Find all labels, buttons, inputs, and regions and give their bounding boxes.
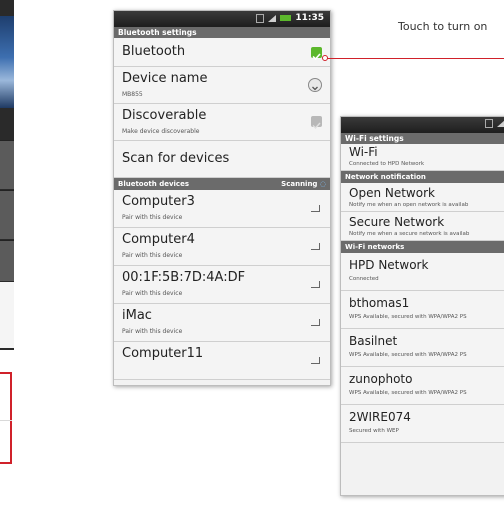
network-name: HPD Network bbox=[349, 258, 429, 272]
bluetooth-label: Bluetooth bbox=[122, 44, 186, 59]
status-time: 11:35 bbox=[295, 13, 324, 23]
checkbox-checked-icon[interactable] bbox=[311, 47, 322, 61]
open-network-row[interactable]: Open Network Notify me when an open netw… bbox=[341, 183, 504, 212]
device-type-icon bbox=[311, 319, 320, 326]
scan-label: Scan for devices bbox=[122, 151, 230, 166]
bluetooth-toggle-row[interactable]: Bluetooth bbox=[114, 38, 330, 67]
device-type-icon bbox=[311, 357, 320, 364]
bluetooth-devices-header: Bluetooth devices Scanning ◌ bbox=[114, 178, 330, 190]
battery-icon bbox=[280, 15, 292, 21]
wifi-network-row[interactable]: Basilnet WPS Available, secured with WPA/… bbox=[341, 329, 504, 367]
callout-label: Touch to turn on bbox=[398, 20, 488, 33]
network-sub: WPS Available, secured with WPA/WPA2 PS bbox=[349, 314, 467, 320]
network-name: Basilnet bbox=[349, 334, 398, 348]
secure-network-row[interactable]: Secure Network Notify me when a secure n… bbox=[341, 212, 504, 241]
left-phone-screenshot bbox=[0, 0, 14, 350]
device-name-value: MB855 bbox=[122, 91, 143, 98]
wifi-toggle-row[interactable]: Wi-Fi Connected to HPD Network bbox=[341, 144, 504, 171]
bluetooth-device-row[interactable]: Computer11 bbox=[114, 342, 330, 380]
network-sub: WPS Available, secured with WPA/WPA2 PS bbox=[349, 390, 467, 396]
scan-for-devices-row[interactable]: Scan for devices bbox=[114, 141, 330, 178]
network-name: bthomas1 bbox=[349, 296, 410, 310]
device-name: Computer3 bbox=[122, 194, 195, 209]
open-network-label: Open Network bbox=[349, 186, 435, 200]
left-row bbox=[0, 240, 14, 281]
network-sub: Secured with WEP bbox=[349, 428, 399, 434]
wifi-network-row[interactable]: bthomas1 WPS Available, secured with WPA/… bbox=[341, 291, 504, 329]
left-bottom-panel bbox=[0, 282, 14, 348]
device-name-label: Device name bbox=[122, 71, 208, 86]
sim-icon bbox=[485, 119, 493, 128]
discoverable-sub: Make device discoverable bbox=[122, 128, 200, 135]
section-title: Wi-Fi networks bbox=[345, 243, 405, 251]
wifi-label: Wi-Fi bbox=[349, 145, 378, 159]
device-name: Computer4 bbox=[122, 232, 195, 247]
device-name-arrow-icon bbox=[308, 78, 322, 92]
device-sub: Pair with this device bbox=[122, 252, 183, 259]
bluetooth-device-row[interactable]: Computer4 Pair with this device bbox=[114, 228, 330, 266]
device-type-icon bbox=[311, 205, 320, 212]
highlight-box bbox=[0, 372, 12, 464]
left-row bbox=[0, 190, 14, 239]
device-name: 00:1F:5B:7D:4A:DF bbox=[122, 270, 246, 285]
status-bar: 11:35 bbox=[114, 11, 330, 27]
network-sub: Connected bbox=[349, 276, 379, 282]
network-sub: WPS Available, secured with WPA/WPA2 PS bbox=[349, 352, 467, 358]
network-notification-header: Network notification bbox=[341, 171, 504, 183]
section-title: Bluetooth devices bbox=[118, 180, 189, 188]
device-name-row[interactable]: Device name MB855 bbox=[114, 67, 330, 104]
open-network-sub: Notify me when an open network is availa… bbox=[349, 202, 469, 208]
network-name: zunophoto bbox=[349, 372, 413, 386]
discoverable-row[interactable]: Discoverable Make device discoverable bbox=[114, 104, 330, 141]
wifi-settings-screen: Wi-Fi settings Wi-Fi Connected to HPD Ne… bbox=[340, 116, 504, 496]
wifi-sub: Connected to HPD Network bbox=[349, 161, 425, 167]
bluetooth-device-row[interactable]: 00:1F:5B:7D:4A:DF Pair with this device bbox=[114, 266, 330, 304]
device-sub: Pair with this device bbox=[122, 328, 183, 335]
wallpaper-strip bbox=[0, 16, 14, 108]
screen-title: Wi-Fi settings bbox=[341, 133, 504, 144]
bluetooth-settings-screen: 11:35 Bluetooth settings Bluetooth Devic… bbox=[113, 10, 331, 386]
network-name: 2WIRE074 bbox=[349, 410, 411, 424]
wifi-signal-icon bbox=[268, 14, 277, 22]
callout-line bbox=[325, 58, 504, 59]
wifi-networks-header: Wi-Fi networks bbox=[341, 241, 504, 253]
wifi-network-row[interactable]: HPD Network Connected bbox=[341, 253, 504, 291]
divider bbox=[0, 420, 12, 421]
bluetooth-device-row[interactable]: iMac Pair with this device bbox=[114, 304, 330, 342]
bluetooth-device-row[interactable]: Computer3 Pair with this device bbox=[114, 190, 330, 228]
bluetooth-devices-list: Computer3 Pair with this device Computer4 P… bbox=[114, 190, 330, 380]
device-name: Computer11 bbox=[122, 346, 204, 361]
device-sub: Pair with this device bbox=[122, 214, 183, 221]
secure-network-label: Secure Network bbox=[349, 215, 445, 229]
left-row bbox=[0, 140, 14, 189]
wifi-network-row[interactable]: zunophoto WPS Available, secured with WPA… bbox=[341, 367, 504, 405]
checkbox-disabled-icon[interactable] bbox=[311, 116, 322, 130]
status-bar bbox=[341, 117, 504, 133]
scanning-label: Scanning bbox=[281, 180, 318, 188]
section-title: Network notification bbox=[345, 173, 426, 181]
wifi-network-row[interactable]: 2WIRE074 Secured with WEP bbox=[341, 405, 504, 443]
device-type-icon bbox=[311, 281, 320, 288]
scanning-indicator: Scanning ◌ bbox=[281, 178, 326, 190]
sim-icon bbox=[256, 13, 265, 23]
screen-title: Bluetooth settings bbox=[114, 27, 330, 38]
wifi-networks-list: HPD Network Connected bthomas1 WPS Availabl… bbox=[341, 253, 504, 443]
scanning-spinner-icon: ◌ bbox=[319, 180, 326, 188]
device-sub: Pair with this device bbox=[122, 290, 183, 297]
device-name: iMac bbox=[122, 308, 152, 323]
device-type-icon bbox=[311, 243, 320, 250]
callout-dot bbox=[322, 55, 328, 61]
secure-network-sub: Notify me when a secure network is avail… bbox=[349, 231, 470, 237]
wifi-signal-icon bbox=[497, 120, 504, 127]
discoverable-label: Discoverable bbox=[122, 108, 207, 123]
